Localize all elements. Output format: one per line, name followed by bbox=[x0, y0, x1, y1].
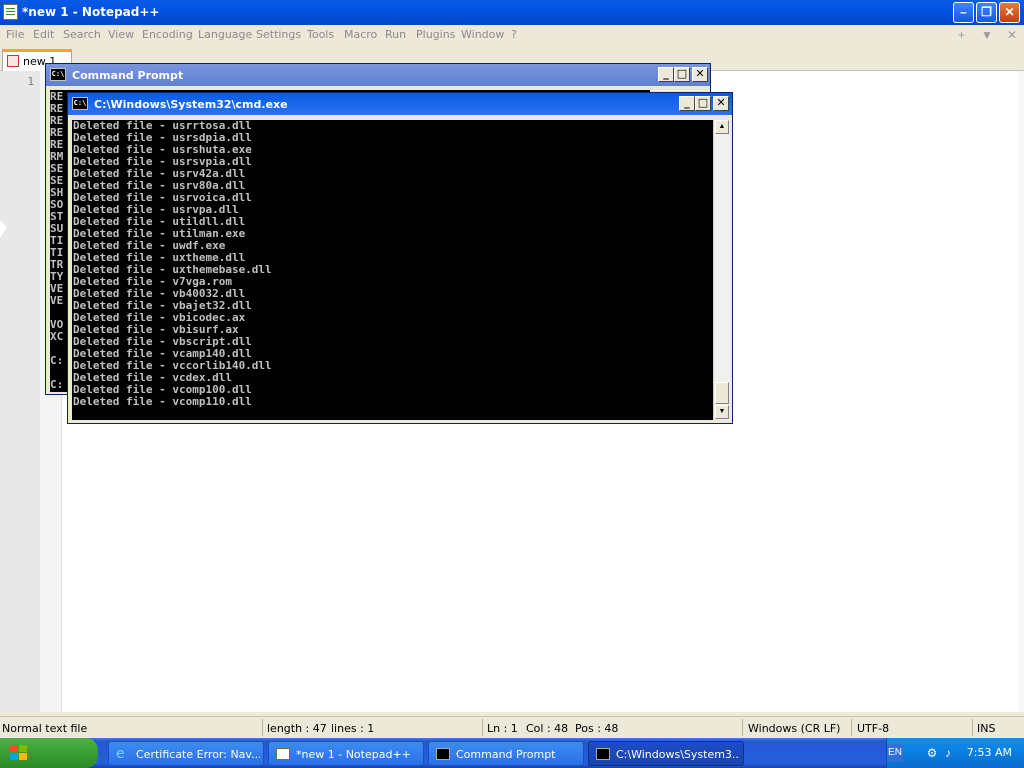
scroll-thumb[interactable] bbox=[715, 382, 729, 404]
status-eol: Windows (CR LF) bbox=[748, 722, 841, 735]
console-output[interactable]: Deleted file - usrrtosa.dll Deleted file … bbox=[72, 120, 713, 420]
menu-language[interactable]: Language bbox=[198, 28, 252, 41]
task-label: *new 1 - Notepad++ bbox=[296, 748, 411, 761]
unsaved-file-icon bbox=[7, 55, 19, 67]
plus-icon[interactable]: + bbox=[958, 28, 965, 42]
status-separator bbox=[972, 719, 973, 736]
menu-macro[interactable]: Macro bbox=[344, 28, 377, 41]
notepad-icon bbox=[276, 748, 290, 760]
clock[interactable]: 7:53 AM bbox=[967, 746, 1012, 759]
volume-icon[interactable]: ♪ bbox=[941, 746, 955, 760]
line-number-gutter: 1 bbox=[0, 71, 40, 712]
status-separator bbox=[742, 719, 743, 736]
system-tray: EN ⚙ ♪ 7:53 AM bbox=[886, 738, 1024, 768]
close-doc-icon[interactable]: ✕ bbox=[1007, 28, 1017, 42]
taskbar: e Certificate Error: Nav... *new 1 - Not… bbox=[0, 738, 1024, 768]
cmd-icon: C:\ bbox=[50, 68, 66, 81]
title-bar[interactable]: *new 1 - Notepad++ – ❐ ✕ bbox=[0, 0, 1024, 25]
cmd-icon bbox=[596, 748, 610, 760]
status-insert-mode: INS bbox=[977, 722, 996, 735]
notepadpp-icon bbox=[3, 4, 18, 20]
menu-run[interactable]: Run bbox=[385, 28, 406, 41]
status-encoding: UTF-8 bbox=[857, 722, 890, 735]
status-length: length : 47 bbox=[267, 722, 327, 735]
menu-window[interactable]: Window bbox=[461, 28, 504, 41]
menu-edit[interactable]: Edit bbox=[33, 28, 54, 41]
cmd-exe-title-bar[interactable]: C:\ C:\Windows\System32\cmd.exe _ □ ✕ bbox=[68, 93, 732, 115]
status-col: Col : 48 bbox=[526, 722, 569, 735]
console-line: Deleted file - vcomp110.dll bbox=[73, 395, 252, 408]
menu-plugins[interactable]: Plugins bbox=[416, 28, 455, 41]
cmd-exe-window[interactable]: C:\ C:\Windows\System32\cmd.exe _ □ ✕ De… bbox=[67, 92, 733, 424]
close-button[interactable]: ✕ bbox=[713, 96, 729, 111]
menu-help[interactable]: ? bbox=[511, 28, 517, 41]
task-cmd-exe[interactable]: C:\Windows\System3... bbox=[588, 741, 744, 766]
status-lines: lines : 1 bbox=[331, 722, 375, 735]
status-pos: Pos : 48 bbox=[575, 722, 619, 735]
window-title: *new 1 - Notepad++ bbox=[22, 5, 160, 19]
minimize-button[interactable]: _ bbox=[679, 96, 695, 111]
minimize-button[interactable]: – bbox=[953, 2, 974, 23]
menu-settings[interactable]: Settings bbox=[256, 28, 301, 41]
cmd-icon: C:\ bbox=[72, 97, 88, 110]
command-prompt-title: Command Prompt bbox=[72, 69, 184, 82]
dropdown-icon[interactable]: ▼ bbox=[981, 28, 993, 42]
maximize-button[interactable]: □ bbox=[695, 96, 711, 111]
status-separator bbox=[262, 719, 263, 736]
task-label: Certificate Error: Nav... bbox=[136, 748, 260, 761]
mouse-cursor-icon bbox=[0, 220, 7, 238]
status-bar: Normal text file length : 47 lines : 1 L… bbox=[0, 716, 1024, 738]
start-button[interactable] bbox=[0, 738, 98, 768]
task-label: C:\Windows\System3... bbox=[616, 748, 740, 761]
menu-file[interactable]: File bbox=[6, 28, 24, 41]
line-number: 1 bbox=[27, 75, 34, 88]
task-notepadpp[interactable]: *new 1 - Notepad++ bbox=[268, 741, 424, 766]
task-label: Command Prompt bbox=[456, 748, 556, 761]
status-separator bbox=[851, 719, 852, 736]
menu-search[interactable]: Search bbox=[63, 28, 101, 41]
cmd-icon bbox=[436, 748, 450, 760]
cmd-exe-title: C:\Windows\System32\cmd.exe bbox=[94, 98, 288, 111]
ie-icon: e bbox=[116, 746, 125, 762]
task-certificate-error[interactable]: e Certificate Error: Nav... bbox=[108, 741, 264, 766]
console-scrollbar[interactable]: ▲ ▼ bbox=[713, 120, 730, 420]
menu-tools[interactable]: Tools bbox=[307, 28, 334, 41]
editor-scrollbar[interactable] bbox=[1018, 71, 1024, 712]
scroll-up-arrow[interactable]: ▲ bbox=[715, 120, 729, 134]
close-button[interactable]: ✕ bbox=[999, 2, 1020, 23]
task-command-prompt[interactable]: Command Prompt bbox=[428, 741, 584, 766]
status-separator bbox=[482, 719, 483, 736]
menu-bar: File Edit Search View Encoding Language … bbox=[0, 25, 1024, 45]
scroll-down-arrow[interactable]: ▼ bbox=[715, 405, 729, 419]
status-ln: Ln : 1 bbox=[487, 722, 518, 735]
maximize-button[interactable]: □ bbox=[674, 67, 690, 82]
minimize-button[interactable]: _ bbox=[658, 67, 674, 82]
command-prompt-title-bar[interactable]: C:\ Command Prompt _ □ ✕ bbox=[46, 64, 710, 86]
network-icon[interactable]: ⚙ bbox=[925, 746, 939, 760]
close-button[interactable]: ✕ bbox=[692, 67, 708, 82]
menu-view[interactable]: View bbox=[108, 28, 134, 41]
language-indicator[interactable]: EN bbox=[887, 744, 903, 762]
menu-encoding[interactable]: Encoding bbox=[142, 28, 193, 41]
restore-button[interactable]: ❐ bbox=[976, 2, 997, 23]
status-file-type: Normal text file bbox=[2, 722, 88, 735]
windows-flag-icon bbox=[10, 745, 28, 761]
